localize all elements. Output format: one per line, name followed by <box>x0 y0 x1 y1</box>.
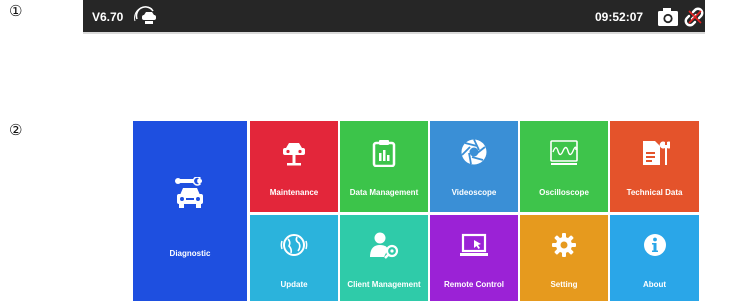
tile-label: Videoscope <box>451 188 497 197</box>
gear-icon <box>520 232 608 258</box>
tile-label: Diagnostic <box>169 249 211 258</box>
clock-time: 09:52:07 <box>595 10 644 24</box>
tile-diagnostic[interactable]: Diagnostic <box>133 121 247 301</box>
document-wrench-icon <box>610 138 699 168</box>
tile-oscilloscope[interactable]: Oscilloscope <box>520 121 608 212</box>
tile-label: Data Management <box>349 188 419 197</box>
tile-label: Update <box>280 280 308 289</box>
tile-setting[interactable]: Setting <box>520 215 608 301</box>
tile-update[interactable]: Update <box>250 215 338 301</box>
info-icon <box>610 233 699 257</box>
tile-label: Remote Control <box>444 280 504 289</box>
aperture-icon <box>430 138 518 166</box>
tile-client-management[interactable]: Client Management <box>340 215 428 301</box>
camera-icon[interactable] <box>657 7 679 27</box>
tile-remote-control[interactable]: Remote Control <box>430 215 518 301</box>
step-marker-two: ② <box>9 121 23 139</box>
tile-label: Client Management <box>347 280 421 289</box>
car-lift-icon <box>250 140 338 166</box>
monitor-cursor-icon <box>430 233 518 259</box>
version-label: V6.70 <box>92 10 124 24</box>
tile-data-management[interactable]: Data Management <box>340 121 428 212</box>
tile-label: Maintenance <box>269 188 319 197</box>
close-icon[interactable] <box>685 0 705 34</box>
tile-label: Setting <box>550 280 578 289</box>
tile-label: About <box>642 280 667 289</box>
tile-technical-data[interactable]: Technical Data <box>610 121 699 212</box>
user-wrench-icon <box>340 231 428 259</box>
globe-icon <box>250 232 338 258</box>
tile-maintenance[interactable]: Maintenance <box>250 121 338 212</box>
clipboard-chart-icon <box>340 139 428 167</box>
tile-label: Technical Data <box>626 188 683 197</box>
top-status-bar: V6.70 09:52:07 <box>83 0 705 34</box>
tile-label: Oscilloscope <box>539 188 589 197</box>
tile-about[interactable]: About <box>610 215 699 301</box>
step-marker-one: ① <box>9 2 23 20</box>
tile-videoscope[interactable]: Videoscope <box>430 121 518 212</box>
waveform-icon <box>520 139 608 165</box>
function-tile-grid: Diagnostic Maintenance Data Management V… <box>133 121 699 301</box>
car-wrench-icon <box>133 177 247 211</box>
vin-car-icon[interactable] <box>133 6 159 26</box>
